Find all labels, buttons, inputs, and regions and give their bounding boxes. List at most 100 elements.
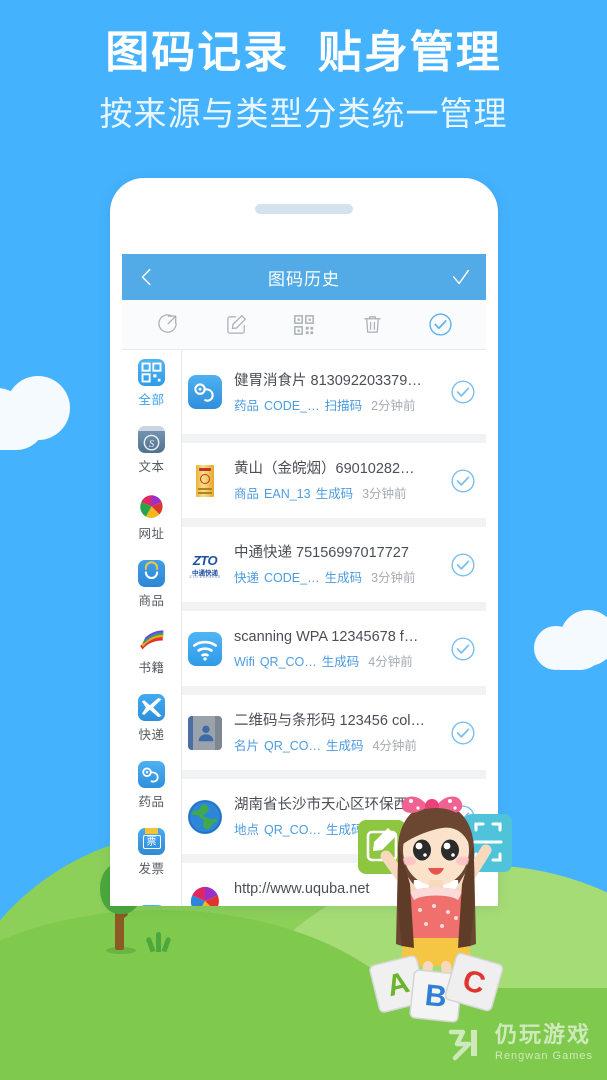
- list-item[interactable]: 黄山（金皖烟）69010282… 商品 EAN_13 生成码 3分钟前: [182, 434, 486, 518]
- svg-text:B: B: [423, 979, 448, 1014]
- list-item-code-type: QR_CO…: [264, 739, 321, 753]
- sidebar-item-paw[interactable]: [122, 886, 181, 906]
- sidebar-item-url[interactable]: 网址: [122, 484, 181, 551]
- contact-card-icon: [188, 715, 222, 750]
- share-icon: [157, 314, 177, 333]
- list-item[interactable]: 健胃消食片 813092203379… 药品 CODE_… 扫描码 2分钟前: [182, 350, 486, 434]
- grass-icon: [145, 932, 172, 953]
- edit-button[interactable]: [221, 310, 251, 340]
- wifi-icon: [188, 631, 222, 666]
- list-item-title: scanning WPA 12345678 f…: [234, 629, 419, 645]
- list-item-category: 名片: [234, 739, 260, 753]
- list-item-code-type: CODE_…: [264, 398, 320, 413]
- share-button[interactable]: [153, 310, 183, 340]
- pinwheel-icon: [188, 884, 222, 906]
- invoice-icon: 票: [138, 828, 165, 855]
- cigarette-pack-icon: [188, 463, 222, 498]
- text-doc-icon: S: [138, 426, 165, 453]
- action-toolbar: [122, 300, 486, 350]
- airplane-icon: [138, 694, 165, 721]
- medicine-icon: [138, 761, 165, 788]
- sidebar-item-invoice[interactable]: 票 发票: [122, 819, 181, 886]
- confirm-button[interactable]: [450, 266, 472, 288]
- list-item-category: 快递: [234, 571, 260, 585]
- list-item-action: 生成码: [324, 571, 363, 585]
- trash-icon: [363, 316, 381, 333]
- delete-button[interactable]: [357, 310, 387, 340]
- sidebar-item-label: 快递: [138, 728, 165, 742]
- sidebar-item-label: 药品: [138, 795, 165, 809]
- app-titlebar: 图码历史: [122, 254, 486, 300]
- list-item-meta: 快递 CODE_… 生成码 3分钟前: [234, 569, 444, 587]
- list-item-category: 药品: [234, 398, 260, 413]
- sidebar-item-label: 商品: [138, 594, 165, 608]
- list-item-action: 生成码: [315, 487, 354, 501]
- list-item-checkbox[interactable]: [450, 552, 476, 578]
- list-item-meta: 名片 QR_CO… 生成码 4分钟前: [234, 737, 444, 755]
- list-item-action: 生成码: [325, 739, 364, 753]
- sidebar-item-label: 网址: [138, 527, 165, 541]
- list-item[interactable]: ZTO 中通快递 ZTO EXPRESS 中通快递 75156997017727…: [182, 518, 486, 602]
- watermark: 仍玩游戏 Rengwan Games: [445, 1020, 593, 1066]
- list-item-text: 黄山（金皖烟）69010282… 商品 EAN_13 生成码 3分钟前: [222, 458, 450, 503]
- watermark-cn: 仍玩游戏: [495, 1022, 592, 1047]
- list-item-meta: 药品 CODE_… 扫描码 2分钟前: [234, 397, 444, 415]
- page-title: 图码记录 贴身管理: [105, 28, 502, 77]
- sidebar-item-text[interactable]: S 文本: [122, 417, 181, 484]
- chevron-left-icon: [141, 268, 151, 286]
- sidebar-item-product[interactable]: 商品: [122, 551, 181, 618]
- list-item-time: 4分钟前: [368, 655, 413, 669]
- list-item-checkbox[interactable]: [450, 636, 476, 662]
- svg-text:S: S: [149, 438, 155, 450]
- list-item-checkbox[interactable]: [450, 720, 476, 746]
- list-item-category: 地点: [234, 823, 260, 837]
- pinwheel-icon: [138, 493, 165, 520]
- list-item-time: 3分钟前: [362, 487, 407, 501]
- sidebar-item-label: 书籍: [138, 661, 165, 675]
- list-item-time: 2分钟前: [371, 398, 416, 413]
- list-item-category: Wifi: [234, 655, 255, 669]
- check-icon: [452, 269, 470, 285]
- list-item[interactable]: 二维码与条形码 123456 col… 名片 QR_CO… 生成码 4分钟前: [182, 686, 486, 770]
- app-title: 图码历史: [268, 269, 340, 289]
- list-item-code-type: QR_CO…: [264, 823, 321, 837]
- list-item-code-type: QR_CO…: [259, 655, 317, 669]
- list-item-checkbox[interactable]: [450, 468, 476, 494]
- list-item-action: 扫描码: [324, 398, 363, 413]
- rengwan-logo-icon: [448, 1029, 477, 1061]
- qrcode-icon: [294, 314, 314, 335]
- list-item-text: 二维码与条形码 123456 col… 名片 QR_CO… 生成码 4分钟前: [222, 710, 450, 755]
- sidebar-item-medicine[interactable]: 药品: [122, 752, 181, 819]
- sidebar-item-label: 发票: [138, 862, 165, 876]
- list-item-code-type: EAN_13: [264, 487, 311, 501]
- sidebar-item-label: 全部: [138, 393, 165, 407]
- select-all-button[interactable]: [425, 310, 455, 340]
- globe-icon: [188, 799, 222, 834]
- books-icon: [138, 627, 165, 654]
- page-subtitle: 按来源与类型分类统一管理: [99, 95, 508, 132]
- list-item-title: 黄山（金皖烟）69010282…: [234, 461, 415, 477]
- list-item-checkbox[interactable]: [450, 379, 476, 405]
- mascot-girl-illustration: A B C: [358, 796, 512, 1023]
- list-item-text: 中通快递 75156997017727 快递 CODE_… 生成码 3分钟前: [222, 542, 450, 587]
- list-item-meta: Wifi QR_CO… 生成码 4分钟前: [234, 653, 444, 671]
- list-item[interactable]: scanning WPA 12345678 f… Wifi QR_CO… 生成码 4分…: [182, 602, 486, 686]
- phone-speaker: [255, 204, 353, 214]
- zto-express-icon: ZTO 中通快递 ZTO EXPRESS: [188, 547, 222, 582]
- sidebar-item-express[interactable]: 快递: [122, 685, 181, 752]
- list-item-title: 二维码与条形码 123456 col…: [234, 713, 425, 729]
- list-item-time: 3分钟前: [371, 571, 416, 585]
- list-item-time: 4分钟前: [372, 739, 417, 753]
- medicine-icon: [188, 375, 222, 409]
- back-button[interactable]: [136, 266, 158, 288]
- qrcode-button[interactable]: [289, 310, 319, 340]
- sidebar-item-books[interactable]: 书籍: [122, 618, 181, 685]
- sidebar-item-all[interactable]: 全部: [122, 350, 181, 417]
- list-item-meta: 商品 EAN_13 生成码 3分钟前: [234, 485, 444, 503]
- sidebar-item-label: 文本: [138, 460, 165, 474]
- list-item-title: 健胃消食片 813092203379…: [234, 372, 422, 389]
- list-item-code-type: CODE_…: [264, 571, 320, 585]
- list-item-text: scanning WPA 12345678 f… Wifi QR_CO… 生成码 4分…: [222, 626, 450, 671]
- category-sidebar[interactable]: 全部 S 文本 网址 商品 书籍 快递 药品 票 发票: [122, 350, 182, 906]
- list-item-text: 健胃消食片 813092203379… 药品 CODE_… 扫描码 2分钟前: [222, 370, 450, 415]
